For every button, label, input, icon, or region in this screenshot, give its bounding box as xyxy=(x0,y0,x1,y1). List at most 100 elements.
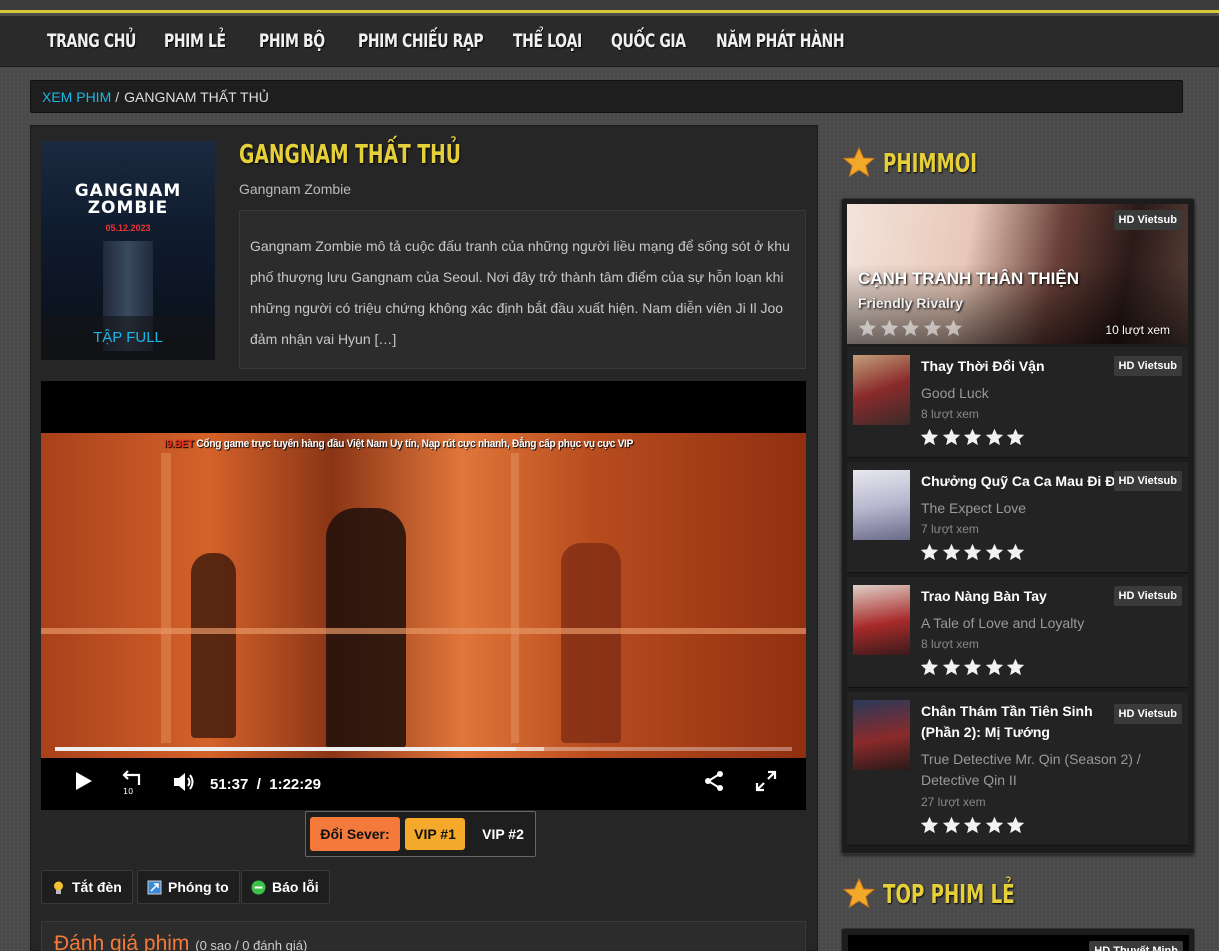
video-scene-figure xyxy=(561,543,621,743)
star-icon[interactable] xyxy=(963,543,984,562)
star-icon[interactable] xyxy=(985,543,1006,562)
list-item[interactable]: Thay Thời Đổi Vận Good Luck 8 lượt xem H… xyxy=(847,347,1188,458)
list-item[interactable]: Trao Nàng Bàn Tay A Tale of Love and Loy… xyxy=(847,577,1188,688)
star-icon[interactable] xyxy=(923,319,944,338)
star-icon[interactable] xyxy=(985,428,1006,447)
main-navigation: TRANG CHỦ PHIM LẺ PHIM BỘ PHIM CHIẾU RẠP… xyxy=(0,16,1219,67)
star-icon[interactable] xyxy=(963,658,984,677)
star-icon[interactable] xyxy=(920,428,941,447)
quality-badge: HD Vietsub xyxy=(1113,356,1182,376)
star-icon[interactable] xyxy=(901,319,922,338)
quality-badge: HD Vietsub xyxy=(1113,586,1182,606)
star-icon[interactable] xyxy=(880,319,901,338)
original-title: Gangnam Zombie xyxy=(239,181,352,197)
list-item[interactable]: Chưởng Quỹ Ca Ca Mau Đi Đi The Expect Lo… xyxy=(847,462,1188,573)
top-movie-card[interactable]: HD Thuyết Minh xyxy=(848,935,1189,951)
star-icon[interactable] xyxy=(1006,658,1027,677)
star-icon[interactable] xyxy=(942,816,963,835)
seek-bar[interactable] xyxy=(55,747,792,751)
poster-date: 05.12.2023 xyxy=(105,223,151,233)
star-icon[interactable] xyxy=(942,428,963,447)
featured-title: CẠNH TRANH THÂN THIỆN xyxy=(858,269,1079,288)
movie-original-title: Good Luck xyxy=(921,385,989,401)
movie-stars[interactable] xyxy=(920,658,1028,681)
star-badge-icon xyxy=(842,146,876,179)
nav-item-country[interactable]: QUỐC GIA xyxy=(611,30,686,52)
video-scene-railing xyxy=(41,628,806,634)
star-icon[interactable] xyxy=(942,543,963,562)
star-icon[interactable] xyxy=(985,658,1006,677)
featured-original-title: Friendly Rivalry xyxy=(858,295,964,311)
replay-10-icon[interactable]: 10 xyxy=(119,769,145,800)
star-icon[interactable] xyxy=(920,816,941,835)
star-icon[interactable] xyxy=(858,319,879,338)
rating-summary: (0 sao / 0 đánh giá) xyxy=(195,938,308,951)
film-poster[interactable]: GANGNAM ZOMBIE 05.12.2023 TẬP FULL xyxy=(41,141,215,360)
star-icon[interactable] xyxy=(920,658,941,677)
star-icon[interactable] xyxy=(944,319,965,338)
movie-stars[interactable] xyxy=(920,816,1028,839)
sidebar-list-box-2: HD Thuyết Minh xyxy=(841,928,1195,951)
video-scene-pillar xyxy=(511,453,519,743)
star-icon[interactable] xyxy=(985,816,1006,835)
featured-stars[interactable] xyxy=(858,319,966,342)
star-icon[interactable] xyxy=(1006,543,1027,562)
nav-item-genre[interactable]: THỂ LOẠI xyxy=(513,30,582,52)
list-item[interactable]: Chân Thám Tần Tiên Sinh (Phần 2): Mị Tướ… xyxy=(847,692,1188,846)
ad-text: Cổng game trực tuyến hàng đầu Việt Nam U… xyxy=(193,438,634,450)
star-icon[interactable] xyxy=(1006,428,1027,447)
expand-button[interactable]: Phóng to xyxy=(137,870,240,904)
expand-icon xyxy=(147,880,162,895)
top-accent-bar xyxy=(0,0,1219,13)
movie-stars[interactable] xyxy=(920,543,1028,566)
movie-original-title: True Detective Mr. Qin (Season 2) / Dete… xyxy=(921,751,1141,788)
movie-original-title: The Expect Love xyxy=(921,500,1027,516)
nav-item-series[interactable]: PHIM BỘ xyxy=(259,30,325,52)
star-icon[interactable] xyxy=(963,428,984,447)
breadcrumb: XEM PHIM / GANGNAM THẤT THỦ xyxy=(30,80,1183,113)
lightbulb-icon xyxy=(51,880,66,895)
lights-off-label: Tắt đèn xyxy=(72,879,122,895)
server-label: Đổi Sever: xyxy=(310,817,400,851)
quality-badge: HD Vietsub xyxy=(1113,704,1182,724)
quality-badge: HD Thuyết Minh xyxy=(1089,941,1183,951)
server-vip2-button[interactable]: VIP #2 xyxy=(473,818,533,850)
video-player[interactable]: I9.BET Cổng game trực tuyến hàng đầu Việ… xyxy=(41,381,806,810)
server-switcher: Đổi Sever: VIP #1 VIP #2 xyxy=(305,811,536,857)
rating-heading: Đánh giá phim xyxy=(54,932,190,951)
star-icon[interactable] xyxy=(942,658,963,677)
movie-title: Chân Thám Tần Tiên Sinh (Phần 2): Mị Tướ… xyxy=(921,703,1093,740)
ad-marquee[interactable]: I9.BET Cổng game trực tuyến hàng đầu Việ… xyxy=(164,438,633,450)
nav-item-release-year[interactable]: NĂM PHÁT HÀNH xyxy=(716,30,845,52)
movie-thumbnail xyxy=(853,585,910,655)
share-icon[interactable] xyxy=(702,769,726,798)
movie-views: 8 lượt xem xyxy=(921,637,979,651)
movie-stars[interactable] xyxy=(920,428,1028,451)
star-icon[interactable] xyxy=(963,816,984,835)
volume-icon[interactable] xyxy=(171,769,197,800)
video-frame[interactable] xyxy=(41,433,806,758)
featured-views: 10 lượt xem xyxy=(1105,323,1170,337)
sidebar-heading-text: TOP PHIM LẺ xyxy=(883,880,1015,910)
report-label: Báo lỗi xyxy=(272,879,319,895)
featured-movie-card[interactable]: HD Vietsub CẠNH TRANH THÂN THIỆN Friendl… xyxy=(847,204,1188,344)
fullscreen-icon[interactable] xyxy=(754,769,778,798)
star-icon[interactable] xyxy=(1006,816,1027,835)
movie-views: 27 lượt xem xyxy=(921,795,986,809)
nav-item-cinema[interactable]: PHIM CHIẾU RẠP xyxy=(358,30,484,52)
movie-thumbnail xyxy=(853,700,910,770)
star-icon[interactable] xyxy=(920,543,941,562)
rating-title: Đánh giá phim (0 sao / 0 đánh giá) xyxy=(54,932,307,951)
quality-badge: HD Vietsub xyxy=(1113,471,1182,491)
server-vip1-button[interactable]: VIP #1 xyxy=(405,818,465,850)
breadcrumb-current: GANGNAM THẤT THỦ xyxy=(124,89,269,105)
breadcrumb-home-link[interactable]: XEM PHIM xyxy=(42,89,111,105)
movie-thumbnail xyxy=(853,355,910,425)
breadcrumb-separator: / xyxy=(115,89,120,105)
nav-item-home[interactable]: TRANG CHỦ xyxy=(47,30,136,52)
report-error-button[interactable]: Báo lỗi xyxy=(241,870,330,904)
movie-views: 7 lượt xem xyxy=(921,522,979,536)
play-icon[interactable] xyxy=(71,769,95,798)
lights-off-button[interactable]: Tắt đèn xyxy=(41,870,133,904)
nav-item-single-movies[interactable]: PHIM LẺ xyxy=(164,30,226,52)
